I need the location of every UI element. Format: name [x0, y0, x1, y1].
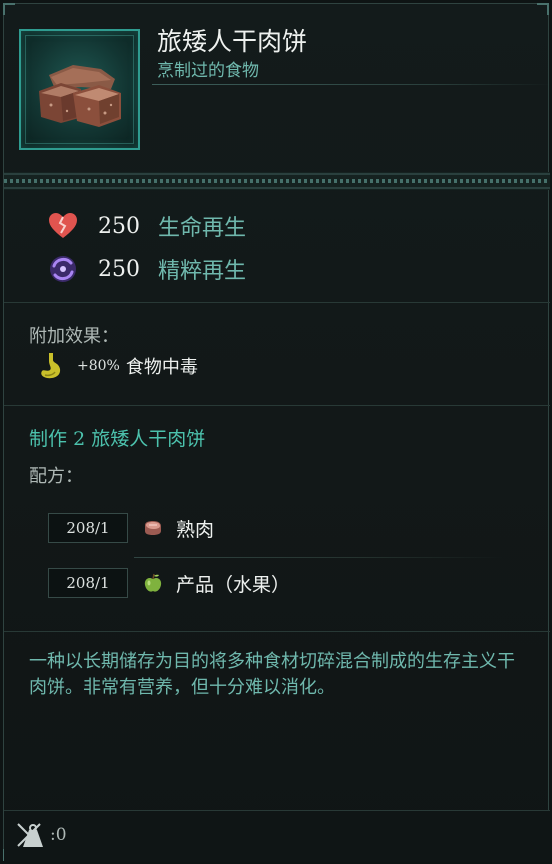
- green-apple-icon: [144, 573, 162, 592]
- craft-item-name: 旅矮人干肉饼: [91, 428, 206, 450]
- ingredient-quantity: 208/1: [48, 513, 128, 543]
- section-divider: [4, 405, 550, 406]
- effect-value: +80%: [77, 358, 120, 374]
- cooked-meat-icon: [145, 521, 161, 535]
- item-subtitle: 烹制过的食物: [157, 61, 259, 81]
- stat-label: 精粹再生: [158, 259, 247, 284]
- craft-count: 2: [73, 428, 86, 450]
- jerky-meat-icon: [39, 65, 121, 127]
- craft-prefix: 制作: [29, 428, 68, 450]
- item-title: 旅矮人干肉饼: [157, 27, 308, 56]
- corner-ornament: [537, 3, 549, 15]
- stat-label: 生命再生: [158, 216, 247, 241]
- ingredient-quantity: 208/1: [48, 568, 128, 598]
- item-tooltip-panel: 旅矮人干肉饼 烹制过的食物 250 生命再生 250 精粹再生 附加效果： +8…: [3, 3, 552, 862]
- stat-row-essence-regen: 250 精粹再生: [46, 252, 246, 286]
- section-divider: [4, 302, 550, 303]
- ingredient-divider: [134, 557, 504, 558]
- stat-value: 250: [98, 213, 140, 239]
- weight-value: :0: [50, 825, 67, 845]
- ingredient-name: 产品（水果）: [176, 573, 291, 596]
- essence-swirl-icon: [50, 256, 76, 282]
- ingredient-row: 208/1 熟肉: [48, 513, 214, 543]
- effect-row-food-poisoning: +80% 食物中毒: [37, 348, 198, 384]
- weight-scale-icon: [17, 823, 43, 847]
- stat-value: 250: [98, 256, 140, 282]
- craft-title: 制作 2 旅矮人干肉饼: [29, 424, 205, 451]
- effect-text: 食物中毒: [125, 357, 198, 378]
- corner-ornament: [3, 3, 15, 15]
- stomach-icon: [41, 353, 61, 379]
- item-description: 一种以长期储存为目的将多种食材切碎混合制成的生存主义干肉饼。非常有营养，但十分难…: [29, 651, 515, 698]
- effects-label: 附加效果：: [29, 326, 119, 347]
- stat-row-health-regen: 250 生命再生: [46, 209, 246, 243]
- ingredient-name: 熟肉: [176, 518, 215, 541]
- ornamental-divider: [4, 172, 550, 190]
- item-icon-frame: [19, 29, 140, 150]
- recipe-label: 配方：: [29, 466, 83, 487]
- broken-heart-icon: [49, 213, 77, 238]
- subtitle-divider: [152, 84, 552, 85]
- section-divider: [4, 631, 550, 632]
- ingredient-row: 208/1 产品（水果）: [48, 568, 290, 598]
- tooltip-footer: :0: [4, 810, 550, 862]
